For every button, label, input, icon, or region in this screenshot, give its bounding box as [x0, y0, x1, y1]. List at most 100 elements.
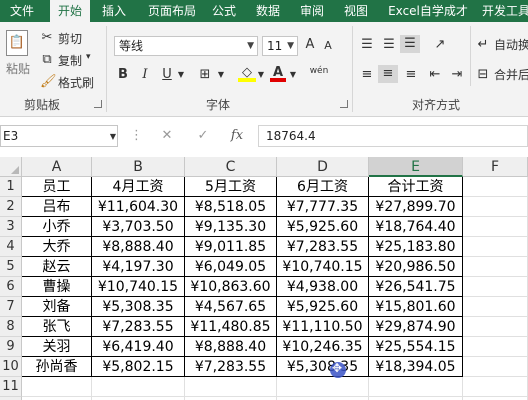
format-painter-button[interactable]: 格式刷: [58, 74, 94, 91]
column-header-d[interactable]: D: [277, 157, 369, 177]
table-cell[interactable]: 刘备: [22, 297, 92, 317]
empty-cell[interactable]: [463, 317, 528, 337]
table-cell[interactable]: 大乔: [22, 237, 92, 257]
table-cell[interactable]: ¥5,925.60: [277, 217, 369, 237]
empty-cell[interactable]: [463, 177, 528, 197]
empty-cell[interactable]: [463, 377, 528, 397]
column-header-f[interactable]: F: [463, 157, 528, 177]
row-header-10[interactable]: 10: [0, 357, 22, 377]
insert-function-button[interactable]: fx: [228, 127, 246, 145]
table-cell[interactable]: ¥11,110.50: [277, 317, 369, 337]
header-cell[interactable]: 6月工资: [277, 177, 369, 197]
column-header-e[interactable]: E: [369, 157, 463, 177]
table-cell[interactable]: ¥7,283.55: [277, 237, 369, 257]
table-cell[interactable]: ¥25,554.15: [369, 337, 463, 357]
tab-page-layout[interactable]: 页面布局: [142, 0, 202, 22]
table-cell[interactable]: ¥5,308.35: [277, 357, 369, 377]
row-header-6[interactable]: 6: [0, 277, 22, 297]
align-left-icon[interactable]: ≡: [358, 66, 376, 84]
table-cell[interactable]: ¥4,938.00: [277, 277, 369, 297]
table-cell[interactable]: ¥29,874.90: [369, 317, 463, 337]
chevron-down-icon[interactable]: ▼: [108, 128, 118, 146]
tab-review[interactable]: 审阅: [294, 0, 330, 22]
table-cell[interactable]: ¥10,740.15: [92, 277, 185, 297]
align-bottom-icon[interactable]: ☰: [400, 35, 420, 53]
empty-cell[interactable]: [369, 377, 463, 397]
chevron-down-icon[interactable]: ▼: [256, 66, 266, 84]
table-cell[interactable]: ¥26,541.75: [369, 277, 463, 297]
chevron-down-icon[interactable]: ▼: [176, 66, 186, 84]
tab-home[interactable]: 开始: [50, 0, 90, 23]
table-cell[interactable]: 孙尚香: [22, 357, 92, 377]
empty-cell[interactable]: [463, 277, 528, 297]
italic-button[interactable]: I: [138, 66, 152, 84]
wrap-text-button[interactable]: 自动换: [494, 36, 528, 53]
tab-data[interactable]: 数据: [250, 0, 286, 22]
cut-button[interactable]: 剪切: [58, 30, 82, 47]
empty-cell[interactable]: [463, 297, 528, 317]
name-box[interactable]: E3: [0, 125, 118, 147]
tab-formulas[interactable]: 公式: [206, 0, 242, 22]
empty-cell[interactable]: [277, 377, 369, 397]
paste-icon[interactable]: 📋: [6, 30, 28, 56]
tab-file[interactable]: 文件: [0, 0, 44, 22]
font-launcher-icon[interactable]: [340, 100, 348, 108]
header-cell[interactable]: 4月工资: [92, 177, 185, 197]
table-cell[interactable]: ¥10,863.60: [185, 277, 277, 297]
fill-color-icon[interactable]: ◇: [238, 64, 256, 82]
table-cell[interactable]: ¥5,308.35: [92, 297, 185, 317]
bold-button[interactable]: B: [116, 66, 130, 84]
table-cell[interactable]: ¥11,480.85: [185, 317, 277, 337]
empty-cell[interactable]: [22, 377, 92, 397]
row-header-11[interactable]: 11: [0, 377, 22, 397]
increase-indent-icon[interactable]: ⇥: [448, 66, 466, 84]
underline-button[interactable]: U: [160, 66, 174, 84]
cancel-icon[interactable]: ✕: [158, 127, 176, 145]
empty-cell[interactable]: [463, 237, 528, 257]
table-cell[interactable]: 关羽: [22, 337, 92, 357]
paste-button[interactable]: 粘贴: [6, 60, 30, 77]
table-cell[interactable]: 小乔: [22, 217, 92, 237]
row-header-2[interactable]: 2: [0, 197, 22, 217]
table-cell[interactable]: ¥8,888.40: [92, 237, 185, 257]
table-cell[interactable]: ¥5,925.60: [277, 297, 369, 317]
table-cell[interactable]: ¥20,986.50: [369, 257, 463, 277]
empty-cell[interactable]: [463, 357, 528, 377]
phonetic-guide-button[interactable]: wén: [306, 62, 332, 80]
table-cell[interactable]: ¥8,518.05: [185, 197, 277, 217]
table-cell[interactable]: ¥6,419.40: [92, 337, 185, 357]
column-header-b[interactable]: B: [92, 157, 185, 177]
borders-icon[interactable]: ⊞: [196, 66, 214, 84]
clipboard-launcher-icon[interactable]: [94, 100, 102, 108]
table-cell[interactable]: ¥4,567.65: [185, 297, 277, 317]
tab-insert[interactable]: 插入: [96, 0, 132, 22]
table-cell[interactable]: 曹操: [22, 277, 92, 297]
table-cell[interactable]: 赵云: [22, 257, 92, 277]
row-header-8[interactable]: 8: [0, 317, 22, 337]
table-cell[interactable]: ¥25,183.80: [369, 237, 463, 257]
empty-cell[interactable]: [463, 197, 528, 217]
table-cell[interactable]: ¥7,283.55: [92, 317, 185, 337]
font-color-icon[interactable]: A: [270, 64, 286, 82]
table-cell[interactable]: ¥6,049.05: [185, 257, 277, 277]
table-cell[interactable]: ¥18,394.05: [369, 357, 463, 377]
enter-icon[interactable]: ✓: [194, 127, 212, 145]
decrease-font-icon[interactable]: A: [322, 37, 334, 55]
tab-view[interactable]: 视图: [338, 0, 374, 22]
header-cell[interactable]: 合计工资: [369, 177, 463, 197]
chevron-down-icon[interactable]: ▼: [216, 66, 226, 84]
row-header-4[interactable]: 4: [0, 237, 22, 257]
merge-center-button[interactable]: 合并后: [494, 66, 528, 83]
table-cell[interactable]: 张飞: [22, 317, 92, 337]
tab-excel-self-study[interactable]: Excel自学成才: [380, 0, 476, 22]
select-all-button[interactable]: [0, 157, 22, 177]
table-cell[interactable]: ¥9,135.30: [185, 217, 277, 237]
row-header-7[interactable]: 7: [0, 297, 22, 317]
empty-cell[interactable]: [92, 377, 185, 397]
row-header-3[interactable]: 3: [0, 217, 22, 237]
table-cell[interactable]: ¥15,801.60: [369, 297, 463, 317]
table-cell[interactable]: ¥10,740.15: [277, 257, 369, 277]
font-name-combo[interactable]: 等线 ▼: [114, 36, 258, 56]
header-cell[interactable]: 员工: [22, 177, 92, 197]
orientation-icon[interactable]: ↗: [428, 36, 452, 54]
